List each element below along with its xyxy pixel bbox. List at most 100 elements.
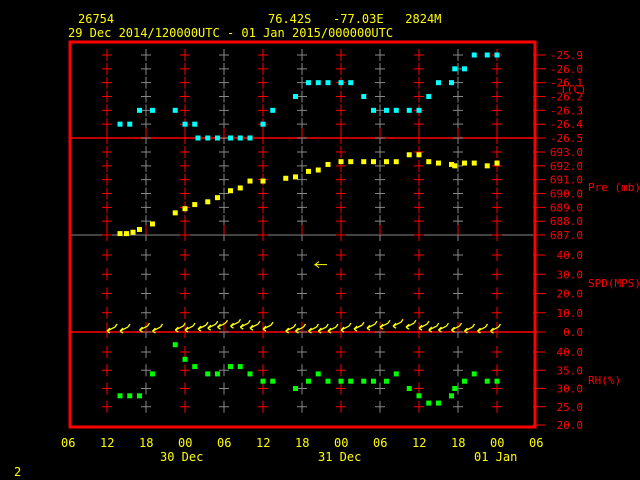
temperature-point: [416, 107, 422, 113]
grid-cross: [414, 400, 424, 413]
wind-vector: [230, 318, 242, 329]
humidity-point: [449, 393, 454, 399]
temperature-point: [462, 66, 467, 72]
grid-cross: [141, 382, 151, 395]
pressure-point: [484, 163, 490, 169]
date-label-31dec: 31 Dec: [318, 450, 361, 464]
grid-cross: [297, 346, 307, 358]
wind-vector: [418, 320, 430, 331]
pressure-point: [260, 178, 266, 184]
grid-cross: [219, 104, 229, 117]
grid-cross: [102, 201, 112, 214]
pressure-point: [361, 159, 367, 165]
grid-cross: [375, 173, 385, 186]
page-number: 2: [14, 465, 21, 479]
pressure-point: [130, 229, 136, 235]
grid-cross: [219, 187, 229, 200]
grid-cross: [414, 159, 424, 172]
grid-cross: [141, 187, 151, 200]
temperature-point: [338, 80, 344, 86]
humidity-point: [484, 378, 490, 384]
grid-cross: [258, 159, 268, 172]
pressure-point: [150, 221, 155, 227]
grid-cross: [414, 346, 424, 358]
grid-cross: [297, 306, 307, 319]
grid-cross: [258, 49, 268, 61]
temperature-point: [137, 107, 142, 113]
grid-cross: [414, 62, 424, 75]
wind-vector: [340, 322, 352, 333]
temperature-point: [205, 135, 211, 141]
pressure-point: [293, 174, 298, 180]
grid-cross: [453, 201, 463, 214]
x-tick-label: 06: [529, 436, 543, 450]
grid-cross: [414, 382, 424, 395]
grid-cross: [219, 76, 229, 89]
pressure-point: [371, 159, 376, 165]
grid-cross: [297, 159, 307, 172]
wind-vector: [405, 319, 417, 330]
grid-cross: [336, 382, 346, 395]
x-tick-label: 06: [217, 436, 231, 450]
humidity-point: [293, 386, 298, 391]
grid-cross: [297, 364, 307, 377]
grid-cross: [492, 90, 502, 103]
grid-cross: [102, 287, 112, 300]
humidity-point: [338, 378, 344, 384]
grid-cross: [102, 62, 112, 75]
grid-cross: [336, 287, 346, 300]
grid-cross: [258, 62, 268, 75]
grid-cross: [180, 400, 190, 413]
grid-cross: [180, 76, 190, 89]
grid-cross: [180, 364, 190, 377]
pressure-point: [283, 175, 289, 181]
pressure-point: [462, 160, 467, 166]
grid-cross: [492, 146, 502, 158]
grid-cross: [219, 382, 229, 395]
grid-cross: [141, 76, 151, 89]
grid-cross: [453, 287, 463, 300]
pressure-point: [205, 199, 211, 205]
temperature-point: [393, 107, 399, 113]
humidity-point: [471, 371, 477, 377]
grid-cross: [297, 268, 307, 281]
temperature-point: [293, 94, 298, 99]
temperature-point: [471, 52, 477, 58]
grid-cross: [258, 287, 268, 300]
grid-cross: [492, 287, 502, 300]
grid-cross: [258, 249, 268, 261]
y-tick-label: -26.0: [550, 63, 583, 76]
grid-cross: [414, 268, 424, 281]
grid-cross: [180, 287, 190, 300]
grid-cross: [297, 146, 307, 158]
grid-cross: [414, 249, 424, 261]
grid-cross: [141, 62, 151, 75]
grid-cross: [414, 187, 424, 200]
y-tick-label: 20.0: [557, 419, 584, 432]
grid-cross: [141, 287, 151, 300]
grid-cross: [297, 201, 307, 214]
grid-cross: [375, 249, 385, 261]
grid-cross: [453, 76, 463, 89]
grid-cross: [180, 104, 190, 117]
grid-cross: [375, 187, 385, 200]
grid-cross: [102, 249, 112, 261]
x-tick-label: 06: [61, 436, 75, 450]
grid-cross: [180, 146, 190, 158]
temperature-point: [406, 107, 412, 113]
temperature-point: [215, 135, 220, 141]
grid-cross: [375, 400, 385, 413]
grid-cross: [375, 90, 385, 103]
meteogram: 26754 76.42S -77.03E 2824M 29 Dec 2014/1…: [14, 12, 640, 479]
grid-cross: [336, 173, 346, 186]
temperature-point: [260, 121, 266, 127]
grid-cross: [258, 76, 268, 89]
grid-cross: [141, 364, 151, 377]
humidity-point: [306, 378, 311, 384]
temp-axis-label: T(C): [560, 83, 587, 96]
grid-cross: [219, 364, 229, 377]
humidity-point: [228, 364, 233, 370]
temperature-point: [195, 135, 201, 141]
wind-vector: [428, 322, 440, 333]
humidity-point: [436, 400, 441, 406]
